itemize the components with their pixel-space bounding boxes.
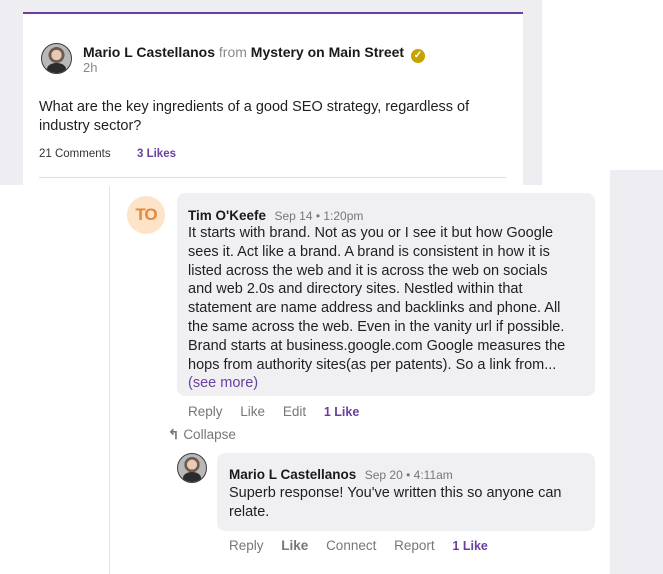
comment-text-line: hops from authority sites(as per patents… bbox=[188, 356, 557, 373]
comment-header: Tim O'Keefe Sep 14 • 1:20pm bbox=[188, 207, 363, 225]
comment-text: It starts with brand. Not as you or I se… bbox=[188, 224, 588, 393]
comment-date: Sep 14 • 1:20pm bbox=[274, 209, 364, 223]
comment-text-line: listed across the web and it is across t… bbox=[188, 262, 548, 279]
divider bbox=[39, 177, 506, 178]
collapse-label: Collapse bbox=[183, 427, 236, 442]
likes-count-link[interactable]: 3 Likes bbox=[137, 148, 176, 160]
collapse-button[interactable]: ↰ Collapse bbox=[168, 427, 236, 443]
reply-button[interactable]: Reply bbox=[188, 404, 223, 419]
reply-likes-count[interactable]: 1 Like bbox=[452, 539, 487, 553]
commenter-avatar-initials[interactable]: TO bbox=[127, 196, 165, 234]
reply-author-name[interactable]: Mario L Castellanos bbox=[229, 467, 356, 482]
report-button[interactable]: Report bbox=[394, 538, 435, 553]
post-card: Mario L Castellanos from Mystery on Main… bbox=[23, 12, 523, 185]
reply-reply-button[interactable]: Reply bbox=[229, 538, 264, 553]
post-time: 2h bbox=[83, 60, 98, 75]
reply-date: Sep 20 • 4:11am bbox=[364, 468, 453, 482]
reply-like-button[interactable]: Like bbox=[281, 538, 308, 553]
connect-button[interactable]: Connect bbox=[326, 538, 376, 553]
post-author-name[interactable]: Mario L Castellanos bbox=[83, 44, 215, 60]
post-from-label: from bbox=[218, 44, 247, 60]
reply-actions: Reply Like Connect Report 1 Like bbox=[229, 538, 502, 553]
like-button[interactable]: Like bbox=[240, 404, 265, 419]
comment-text-line: Brand starts at business.google.com Goog… bbox=[188, 337, 566, 354]
post-header: Mario L Castellanos from Mystery on Main… bbox=[83, 44, 425, 63]
collapse-arrow-icon: ↰ bbox=[168, 427, 180, 442]
see-more-link[interactable]: (see more) bbox=[188, 374, 588, 393]
reply-author-avatar[interactable] bbox=[177, 453, 207, 483]
comments-count-link[interactable]: 21 Comments bbox=[39, 148, 111, 160]
comment-text-line: the same across the web. Even in the van… bbox=[188, 318, 565, 335]
comment-text-line: It starts with brand. Not as you or I se… bbox=[188, 225, 554, 241]
reply-text: Superb response! You've written this so … bbox=[229, 485, 562, 520]
thread-line bbox=[109, 186, 110, 574]
comment-actions: Reply Like Edit 1 Like bbox=[188, 404, 373, 419]
check-badge-icon: ✓ bbox=[410, 49, 425, 63]
post-question: What are the key ingredients of a good S… bbox=[39, 99, 470, 134]
comment-author-name[interactable]: Tim O'Keefe bbox=[188, 208, 266, 223]
comment-text-line: and web 2.0s and directory sites. Nestle… bbox=[188, 281, 523, 298]
comment-text-line: statement are name address and backlinks… bbox=[188, 300, 561, 317]
comment-likes-count[interactable]: 1 Like bbox=[324, 405, 359, 419]
comment-bubble: Tim O'Keefe Sep 14 • 1:20pm It starts wi… bbox=[177, 193, 595, 396]
edit-button[interactable]: Edit bbox=[283, 404, 306, 419]
comment-text-line: sees it. Act like a brand. A brand is co… bbox=[188, 243, 550, 260]
reply-header: Mario L Castellanos Sep 20 • 4:11am bbox=[229, 466, 453, 484]
side-strip bbox=[610, 170, 663, 574]
post-group-name[interactable]: Mystery on Main Street bbox=[251, 44, 404, 60]
author-avatar[interactable] bbox=[41, 43, 72, 74]
reply-bubble: Mario L Castellanos Sep 20 • 4:11am Supe… bbox=[217, 453, 595, 531]
